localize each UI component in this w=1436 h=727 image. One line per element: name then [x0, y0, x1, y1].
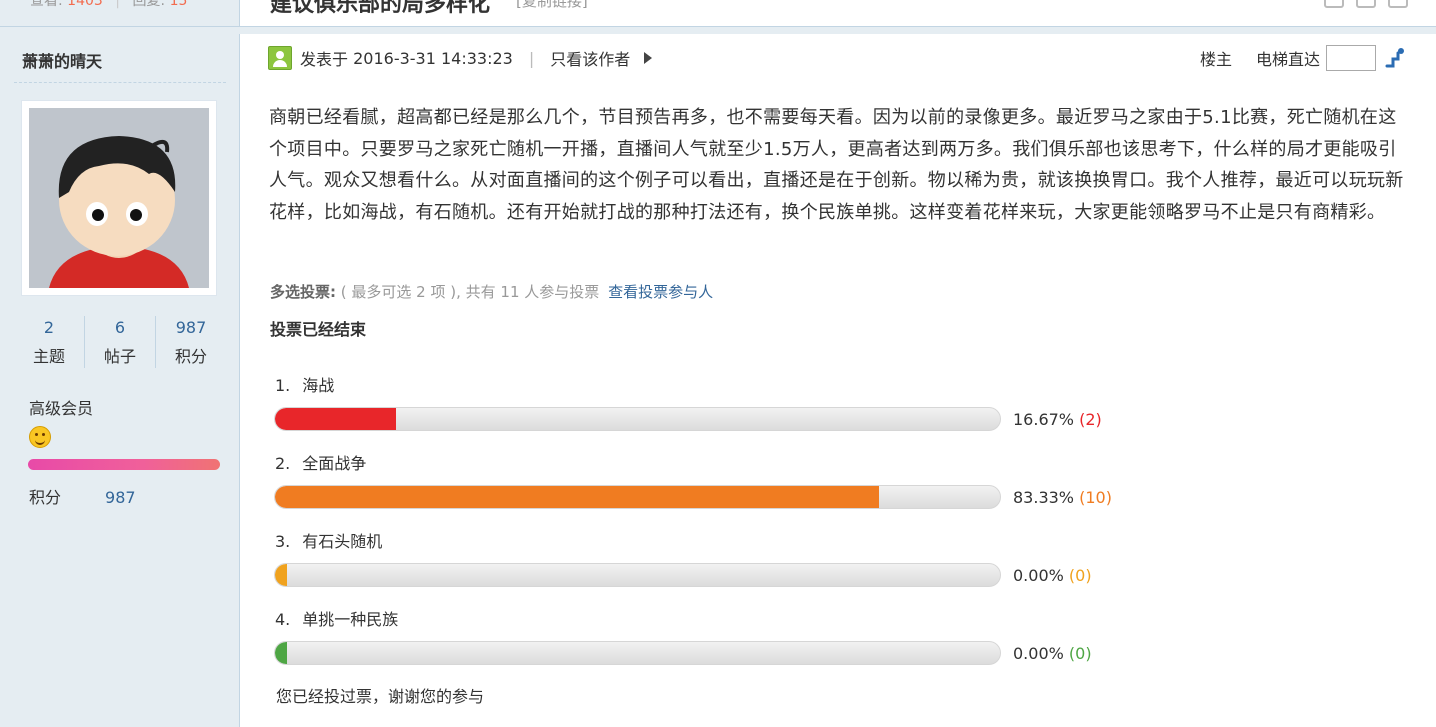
- option-text: 全面战争: [302, 454, 367, 473]
- option-index: 1.: [275, 376, 291, 395]
- replies-count: 15: [169, 0, 188, 9]
- option-index: 2.: [275, 454, 291, 473]
- poll-closed-text: 投票已经结束: [270, 320, 367, 339]
- stat-threads[interactable]: 2 主题: [14, 316, 85, 368]
- thread-header: 查看: 1403 | 回复: 15 建议俱乐部的局多样化 [复制链接]: [0, 0, 1436, 26]
- stat-label: 积分: [174, 347, 207, 366]
- avatar-illustration: [29, 108, 209, 288]
- poll-bar-fill: [275, 642, 287, 664]
- poll-max: ( 最多可选 2 项 ),: [340, 283, 461, 301]
- option-percent: 83.33%: [1013, 488, 1075, 507]
- poll-bar-fill: [275, 486, 879, 508]
- option-percent: 0.00%: [1013, 566, 1064, 585]
- avatar-link[interactable]: [21, 100, 217, 296]
- poll-bar-fill: [275, 564, 287, 586]
- credit-row: 积分 987: [29, 484, 136, 508]
- stat-value: 6: [114, 318, 126, 337]
- post-content: 商朝已经看腻，超高都已经是那么几个，节目预告再多，也不需要每天看。因为以前的录像…: [269, 107, 1404, 223]
- post-meta: 发表于 2016-3-31 14:33:23 | 只看该作者: [268, 45, 653, 71]
- floor-label: 楼主: [1199, 50, 1232, 69]
- header-divider: [0, 26, 1436, 34]
- stat-label: 主题: [32, 347, 65, 366]
- option-index: 3.: [275, 532, 291, 551]
- copy-link-button[interactable]: [复制链接]: [516, 0, 588, 11]
- avatar: [29, 108, 209, 288]
- option-count: (0): [1068, 566, 1092, 585]
- stat-credits[interactable]: 987 积分: [156, 316, 226, 368]
- poll-option-label: 4. 单挑一种民族: [275, 606, 398, 630]
- goto-floor-input[interactable]: [1326, 45, 1376, 71]
- posted-prefix: 发表于: [300, 50, 349, 69]
- posted-time: 2016-3-31 14:33:23: [353, 48, 513, 68]
- level-progress-bar: [28, 459, 220, 470]
- author-name-link[interactable]: 萧萧的晴天: [22, 48, 102, 72]
- poll-option-label: 3. 有石头随机: [275, 528, 382, 552]
- thread-stats-panel: 查看: 1403 | 回复: 15: [0, 0, 240, 26]
- thread-stats: 查看: 1403 | 回复: 15: [30, 0, 187, 10]
- stat-posts[interactable]: 6 帖子: [85, 316, 156, 368]
- poll-type: 多选投票:: [270, 283, 336, 301]
- option-text: 单挑一种民族: [302, 610, 399, 629]
- floor-tools: 楼主 电梯直达: [1200, 45, 1406, 71]
- voted-note: 您已经投过票，谢谢您的参与: [276, 687, 485, 706]
- divider: [14, 82, 226, 83]
- thread-actions: [1324, 0, 1408, 8]
- play-arrow-icon[interactable]: [644, 52, 653, 64]
- views-label: 查看:: [30, 0, 63, 9]
- credit-label: 积分: [29, 488, 62, 507]
- option-percent: 0.00%: [1013, 644, 1064, 663]
- option-count: (0): [1068, 644, 1092, 663]
- thread-title: 建议俱乐部的局多样化: [270, 0, 491, 17]
- author-sidebar: 萧萧的晴天 2 主题 6 帖子 987 积分 高级会员 积分 987: [0, 34, 240, 727]
- poll-participants: 共有 11 人参与投票: [465, 283, 600, 301]
- poll-result: 16.67% (2): [1013, 410, 1102, 429]
- option-text: 有石头随机: [302, 532, 383, 551]
- stat-value: 2: [43, 318, 55, 337]
- poll-result: 83.33% (10): [1013, 488, 1112, 507]
- stat-label: 帖子: [103, 347, 136, 366]
- stat-value: 987: [175, 318, 207, 337]
- views-count: 1403: [67, 0, 103, 9]
- poll-bar-track: [274, 641, 1001, 665]
- poll-bar-track: [274, 485, 1001, 509]
- author-stats: 2 主题 6 帖子 987 积分: [14, 316, 226, 368]
- option-count: (10): [1079, 488, 1112, 507]
- prev-thread-icon[interactable]: [1356, 0, 1376, 8]
- poll-result: 0.00% (0): [1013, 566, 1092, 585]
- goto-floor-icon[interactable]: [1384, 47, 1406, 69]
- only-author-link[interactable]: 只看该作者: [550, 46, 630, 70]
- next-thread-icon[interactable]: [1388, 0, 1408, 8]
- goto-label: 电梯直达: [1255, 50, 1320, 69]
- poll-bar-fill: [275, 408, 396, 430]
- credit-value: 987: [105, 488, 136, 507]
- option-percent: 16.67%: [1013, 410, 1075, 429]
- poll-bar-track: [274, 407, 1001, 431]
- replies-label: 回复:: [132, 0, 166, 9]
- online-user-icon: [268, 46, 292, 70]
- poll-bar-track: [274, 563, 1001, 587]
- smile-icon: [29, 426, 51, 448]
- print-icon[interactable]: [1324, 0, 1344, 8]
- member-group-link[interactable]: 高级会员: [29, 395, 93, 419]
- poll-result: 0.00% (0): [1013, 644, 1092, 663]
- poll-summary: 多选投票: ( 最多可选 2 项 ), 共有 11 人参与投票 查看投票参与人: [270, 281, 713, 302]
- option-text: 海战: [302, 376, 335, 395]
- view-voters-link[interactable]: 查看投票参与人: [608, 283, 713, 301]
- option-index: 4.: [275, 610, 291, 629]
- poll-option-label: 1. 海战: [275, 372, 334, 396]
- option-count: (2): [1079, 410, 1102, 429]
- stats-divider: |: [115, 0, 120, 9]
- poll-option-label: 2. 全面战争: [275, 450, 366, 474]
- meta-separator: |: [528, 48, 535, 68]
